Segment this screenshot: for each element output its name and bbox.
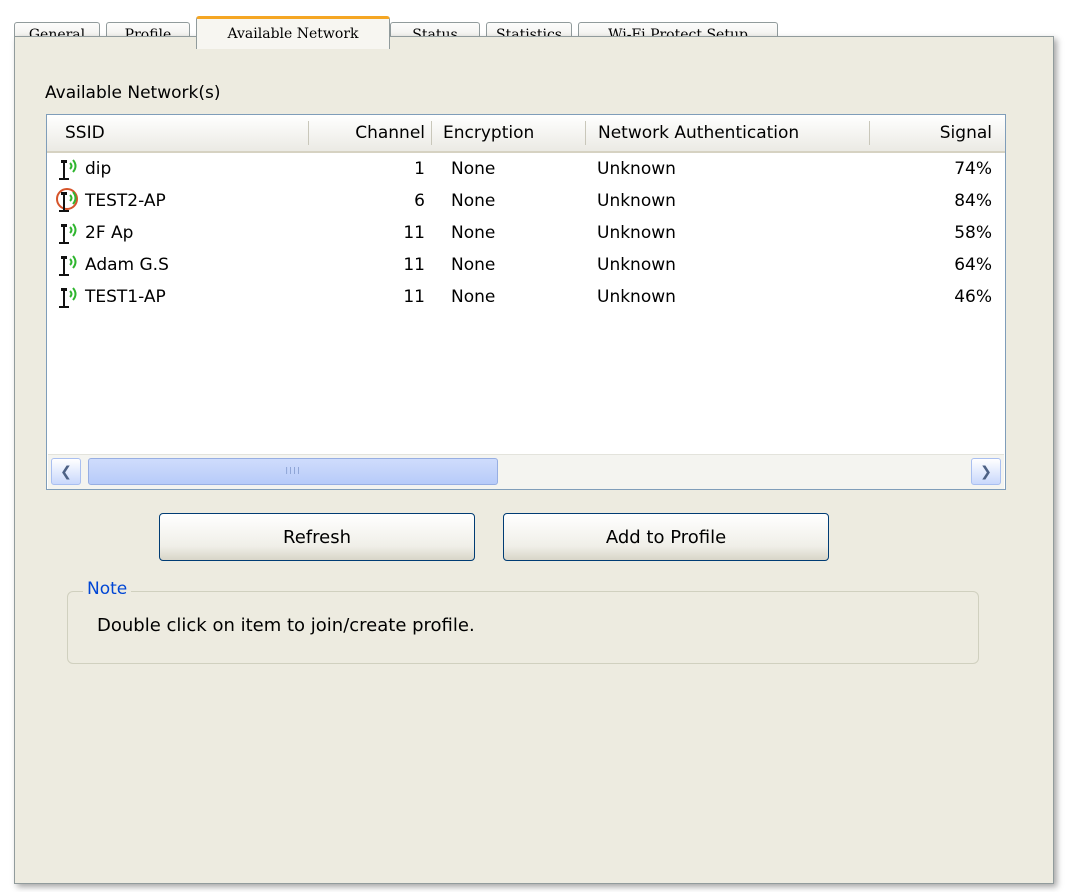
wireless-ap-icon [59, 255, 77, 276]
table-row[interactable]: Adam G.S 11 None Unknown 64% [47, 249, 1005, 281]
cell-authentication: Unknown [597, 159, 676, 179]
cell-signal: 46% [954, 287, 992, 307]
cell-authentication: Unknown [597, 287, 676, 307]
tab-available-network-label: Available Network [227, 26, 359, 42]
tab-panel: Available Network(s) SSID Channel Encryp… [14, 36, 1054, 884]
cell-ssid: TEST1-AP [85, 287, 166, 307]
cell-authentication: Unknown [597, 223, 676, 243]
note-text: Double click on item to join/create prof… [97, 615, 475, 636]
column-header-encryption[interactable]: Encryption [443, 115, 534, 151]
column-header-ssid[interactable]: SSID [65, 115, 105, 151]
cell-channel: 11 [403, 287, 425, 307]
scrollbar-thumb[interactable]: IIII [88, 458, 498, 485]
cell-encryption: None [451, 191, 496, 211]
list-header: SSID Channel Encryption Network Authenti… [47, 115, 1005, 153]
cell-ssid: TEST2-AP [85, 191, 166, 211]
available-networks-list[interactable]: SSID Channel Encryption Network Authenti… [46, 114, 1006, 490]
cell-encryption: None [451, 287, 496, 307]
cell-encryption: None [451, 255, 496, 275]
column-header-signal[interactable]: Signal [870, 115, 996, 151]
table-row[interactable]: dip 1 None Unknown 74% [47, 153, 1005, 185]
available-networks-label: Available Network(s) [45, 83, 221, 103]
cell-channel: 11 [403, 223, 425, 243]
cell-encryption: None [451, 223, 496, 243]
wireless-ap-connected-icon [59, 191, 77, 212]
table-row[interactable]: TEST1-AP 11 None Unknown 46% [47, 281, 1005, 313]
horizontal-scrollbar[interactable]: ❮ IIII ❯ [48, 454, 1004, 489]
chevron-left-icon: ❮ [60, 463, 72, 480]
cell-channel: 6 [414, 191, 425, 211]
column-separator [585, 121, 586, 145]
cell-ssid: dip [85, 159, 112, 179]
cell-channel: 1 [414, 159, 425, 179]
add-to-profile-button[interactable]: Add to Profile [503, 513, 829, 561]
cell-signal: 64% [954, 255, 992, 275]
cell-encryption: None [451, 159, 496, 179]
grip-icon: IIII [285, 466, 301, 477]
wireless-ap-icon [59, 159, 77, 180]
column-separator [431, 121, 432, 145]
cell-ssid: 2F Ap [85, 223, 134, 243]
scroll-left-button[interactable]: ❮ [51, 458, 81, 485]
cell-signal: 58% [954, 223, 992, 243]
column-header-authentication[interactable]: Network Authentication [598, 115, 799, 151]
cell-signal: 84% [954, 191, 992, 211]
cell-signal: 74% [954, 159, 992, 179]
chevron-right-icon: ❯ [980, 463, 992, 480]
column-header-channel[interactable]: Channel [309, 115, 431, 151]
tab-available-network[interactable]: Available Network [196, 16, 390, 49]
wireless-ap-icon [59, 287, 77, 308]
table-row[interactable]: TEST2-AP 6 None Unknown 84% [47, 185, 1005, 217]
wireless-ap-icon [59, 223, 77, 244]
cell-authentication: Unknown [597, 255, 676, 275]
refresh-button[interactable]: Refresh [159, 513, 475, 561]
table-row[interactable]: 2F Ap 11 None Unknown 58% [47, 217, 1005, 249]
scroll-right-button[interactable]: ❯ [971, 458, 1001, 485]
cell-ssid: Adam G.S [85, 255, 169, 275]
cell-authentication: Unknown [597, 191, 676, 211]
note-title: Note [83, 579, 132, 599]
cell-channel: 11 [403, 255, 425, 275]
